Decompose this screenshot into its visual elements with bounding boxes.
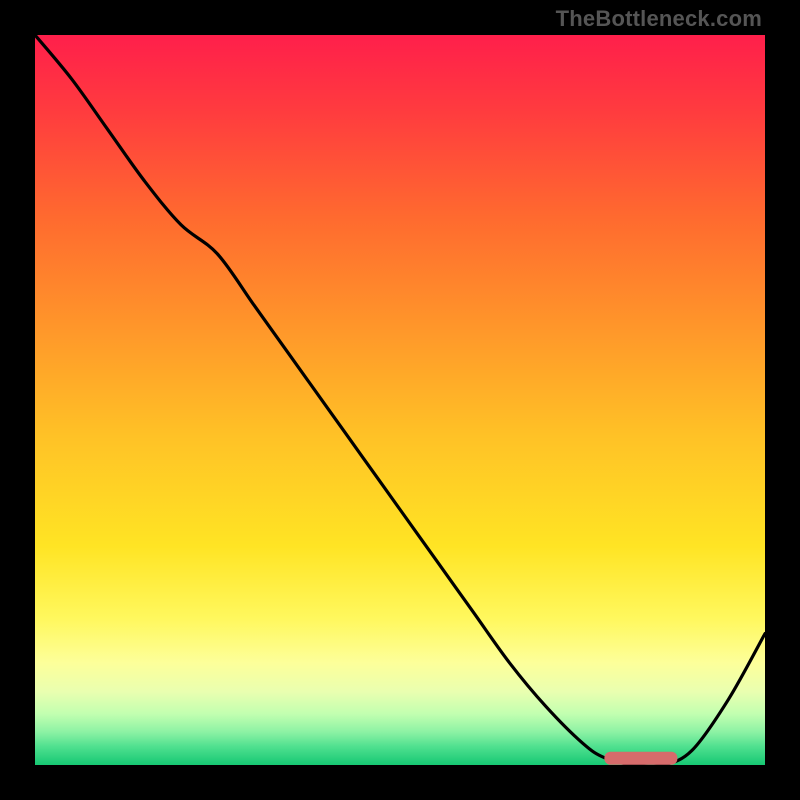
bottleneck-chart [35,35,765,765]
plot-area [35,35,765,765]
gradient-background [35,35,765,765]
chart-frame: TheBottleneck.com [0,0,800,800]
optimal-range-marker [604,752,677,765]
watermark-text: TheBottleneck.com [556,6,762,32]
